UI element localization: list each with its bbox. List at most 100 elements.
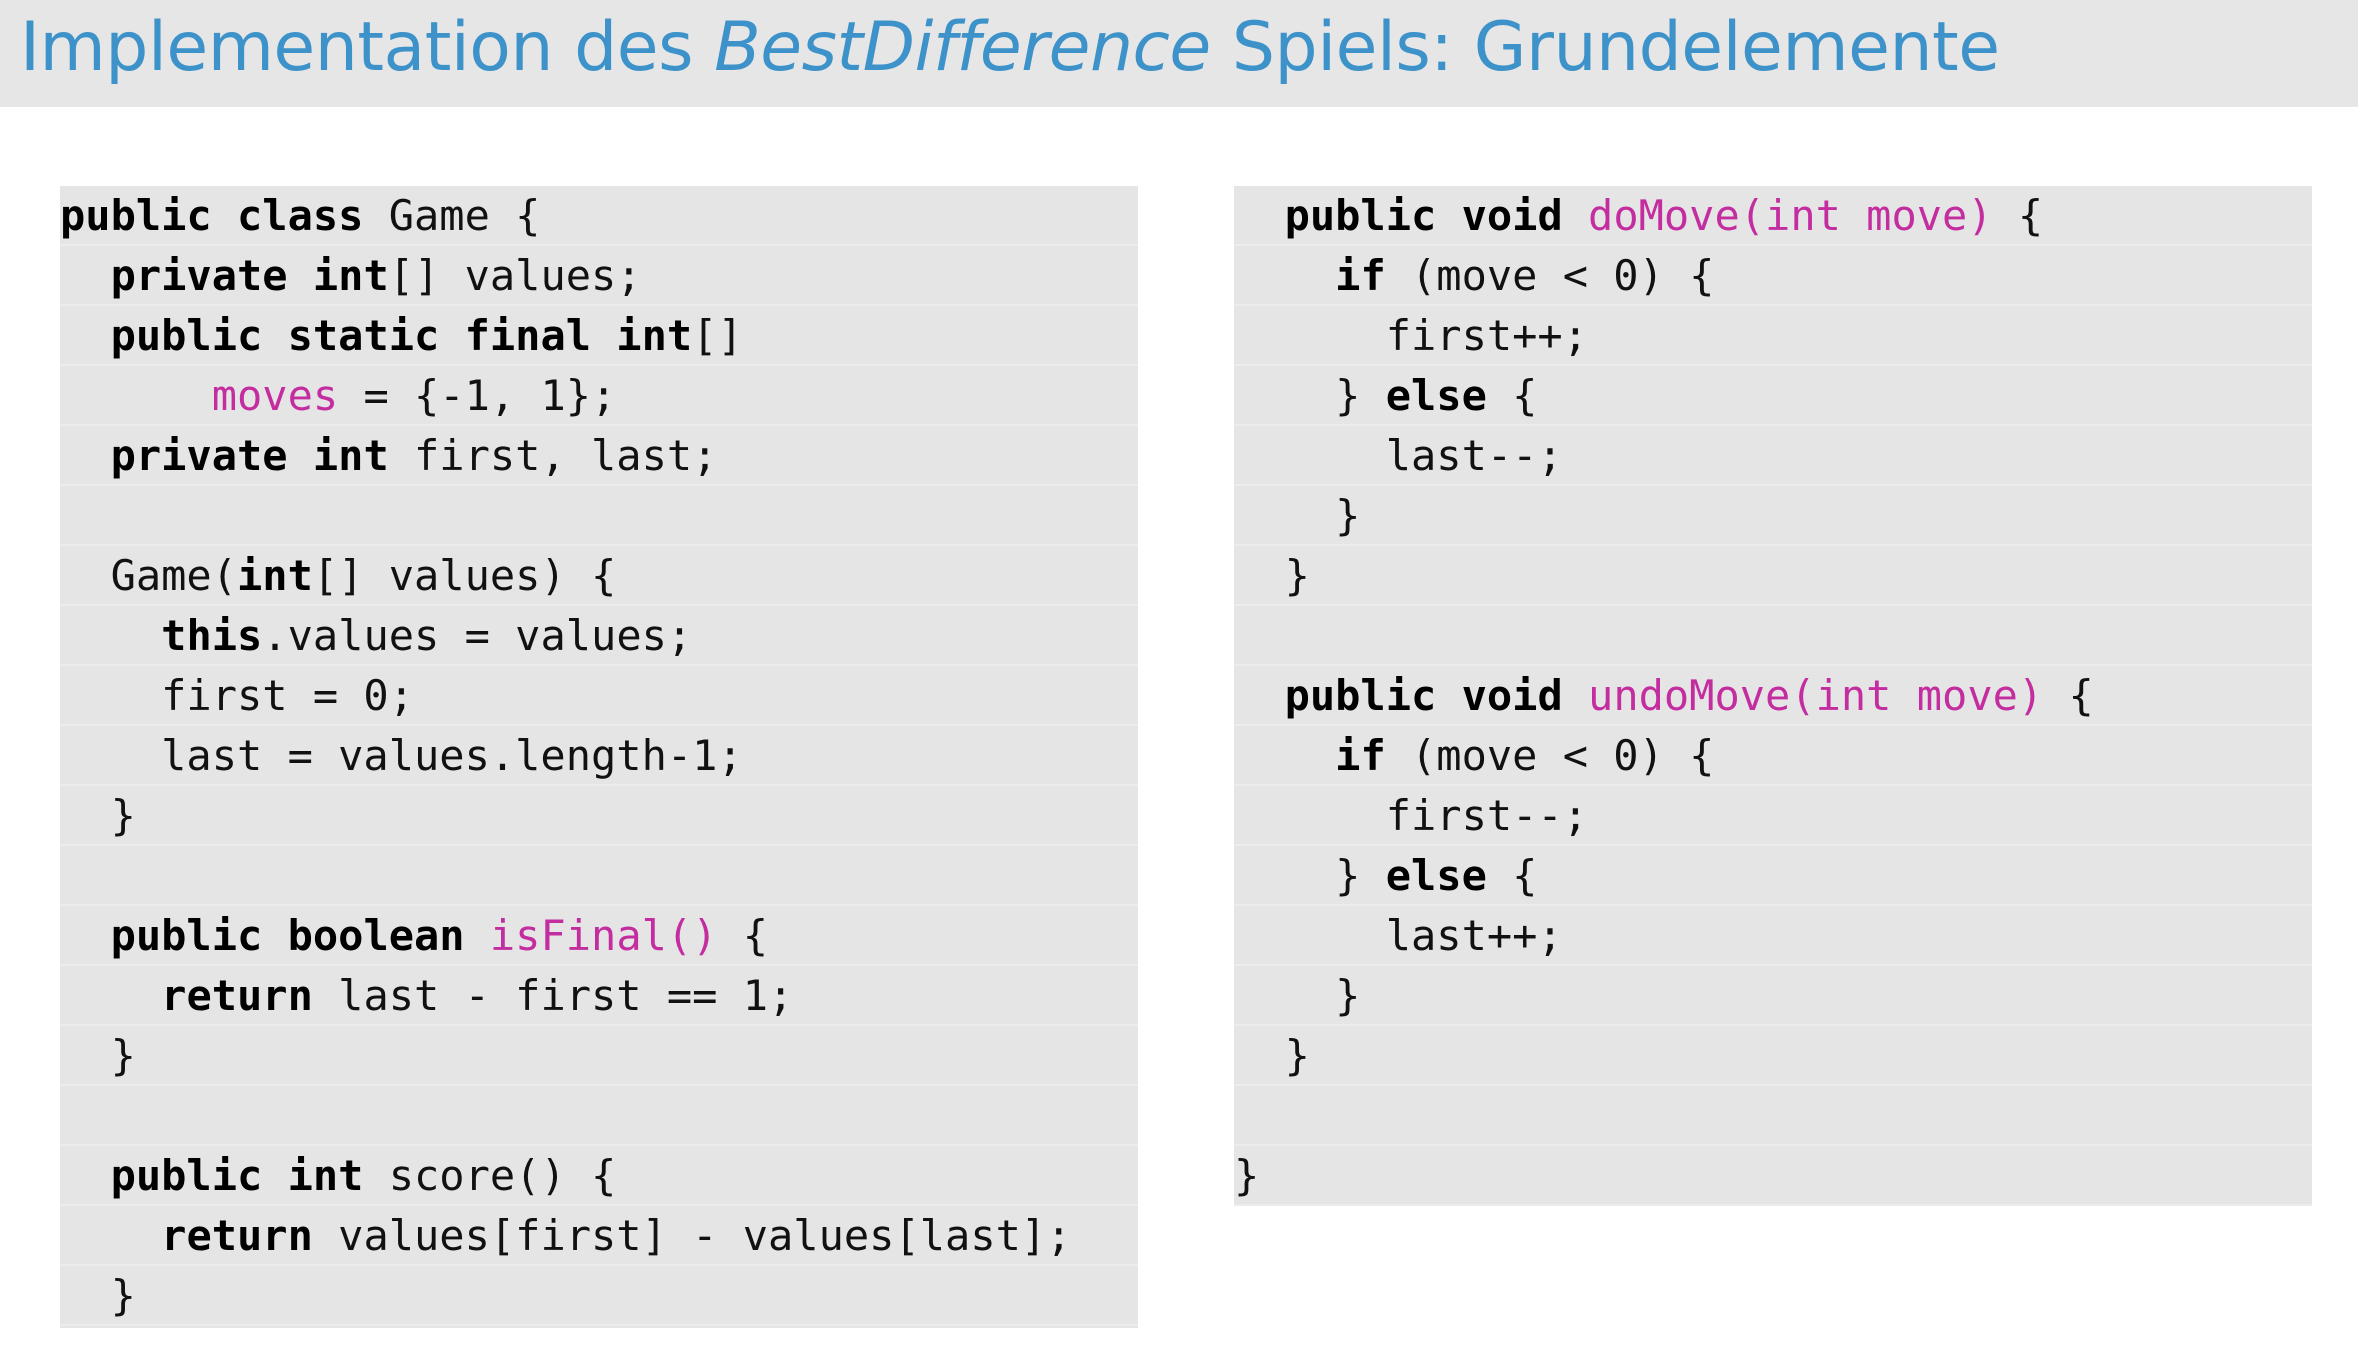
code-line: }	[60, 1026, 1138, 1086]
code-text: {	[717, 911, 769, 960]
code-keyword: private int	[110, 431, 389, 480]
code-highlight: doMove(int move)	[1588, 191, 1993, 240]
code-text: Game {	[363, 191, 541, 240]
code-text: first = 0;	[60, 671, 415, 720]
code-keyword: return	[161, 1211, 313, 1260]
code-line: return last - first == 1;	[60, 966, 1138, 1026]
code-keyword: return	[161, 971, 313, 1020]
code-line: private int first, last;	[60, 426, 1138, 486]
title-segment: Implementation des	[20, 8, 715, 87]
code-line	[1234, 606, 2312, 666]
code-keyword: else	[1385, 851, 1487, 900]
code-text: last--;	[1234, 431, 1563, 480]
code-text: [] values) {	[312, 551, 617, 600]
code-keyword: public int	[110, 1151, 364, 1200]
code-line: this.values = values;	[60, 606, 1138, 666]
code-text: }	[60, 1031, 136, 1080]
code-line: last = values.length-1;	[60, 726, 1138, 786]
code-lines-left: public class Game { private int[] values…	[60, 186, 1138, 1326]
code-keyword: public void	[1284, 191, 1563, 240]
code-line	[60, 1086, 1138, 1146]
code-text: {	[1486, 851, 1538, 900]
code-line: last--;	[1234, 426, 2312, 486]
code-panel-right: public void doMove(int move) { if (move …	[1234, 186, 2312, 1206]
code-line: private int[] values;	[60, 246, 1138, 306]
code-text: }	[60, 1271, 136, 1320]
code-line: Game(int[] values) {	[60, 546, 1138, 606]
code-lines-right: public void doMove(int move) { if (move …	[1234, 186, 2312, 1206]
code-keyword: if	[1335, 251, 1386, 300]
code-line: moves = {-1, 1};	[60, 366, 1138, 426]
code-panel-left: public class Game { private int[] values…	[60, 186, 1138, 1328]
code-line	[1234, 1086, 2312, 1146]
code-line: if (move < 0) {	[1234, 246, 2312, 306]
code-text: last++;	[1234, 911, 1563, 960]
code-text: first--;	[1234, 791, 1589, 840]
code-line: }	[60, 1266, 1138, 1326]
code-line: public boolean isFinal() {	[60, 906, 1138, 966]
code-line: public void undoMove(int move) {	[1234, 666, 2312, 726]
code-text: }	[1234, 851, 1386, 900]
code-line: }	[1234, 486, 2312, 546]
code-text: {	[2043, 671, 2094, 720]
code-keyword: private int	[110, 251, 389, 300]
code-line	[60, 846, 1138, 906]
code-line: public class Game {	[60, 186, 1138, 246]
code-text: }	[60, 791, 136, 840]
title-bar: Implementation des BestDifference Spiels…	[0, 0, 2358, 107]
code-line: }	[60, 786, 1138, 846]
code-highlight: isFinal()	[489, 911, 718, 960]
code-keyword: public void	[1284, 671, 1563, 720]
code-line: public static final int[]	[60, 306, 1138, 366]
code-text: }	[1234, 971, 1361, 1020]
code-line: first--;	[1234, 786, 2312, 846]
code-text: first, last;	[388, 431, 718, 480]
code-line: }	[1234, 546, 2312, 606]
code-line: last++;	[1234, 906, 2312, 966]
code-keyword: this	[161, 611, 263, 660]
title-italic-segment: BestDifference	[714, 8, 1211, 87]
code-keyword: public class	[60, 191, 364, 240]
code-text: Game(	[60, 551, 238, 600]
code-highlight: undoMove(int move)	[1588, 671, 2044, 720]
code-line: public void doMove(int move) {	[1234, 186, 2312, 246]
slide-title: Implementation des BestDifference Spiels…	[20, 6, 2000, 90]
code-line: }	[1234, 1146, 2312, 1206]
code-text: }	[1234, 1031, 1310, 1080]
code-text: first++;	[1234, 311, 1589, 360]
code-text: }	[1234, 491, 1361, 540]
code-keyword: if	[1335, 731, 1386, 780]
code-keyword: public boolean	[110, 911, 465, 960]
code-line: if (move < 0) {	[1234, 726, 2312, 786]
code-line: first = 0;	[60, 666, 1138, 726]
code-line: }	[1234, 1026, 2312, 1086]
code-text: {	[1992, 191, 2044, 240]
code-text: }	[1234, 1151, 1260, 1200]
code-text: values[first] - values[last];	[312, 1211, 1072, 1260]
code-text: score() {	[363, 1151, 617, 1200]
code-line: public int score() {	[60, 1146, 1138, 1206]
code-line: first++;	[1234, 306, 2312, 366]
code-text: (move < 0) {	[1385, 731, 1715, 780]
code-text: = {-1, 1};	[338, 371, 617, 420]
title-segment: Spiels: Grundelemente	[1210, 8, 2000, 87]
code-text: }	[1234, 371, 1386, 420]
code-text: }	[1234, 551, 1310, 600]
code-keyword: else	[1385, 371, 1487, 420]
code-highlight: moves	[211, 371, 339, 420]
code-text: .values = values;	[262, 611, 693, 660]
code-text: []	[692, 311, 743, 360]
code-text: [] values;	[388, 251, 642, 300]
